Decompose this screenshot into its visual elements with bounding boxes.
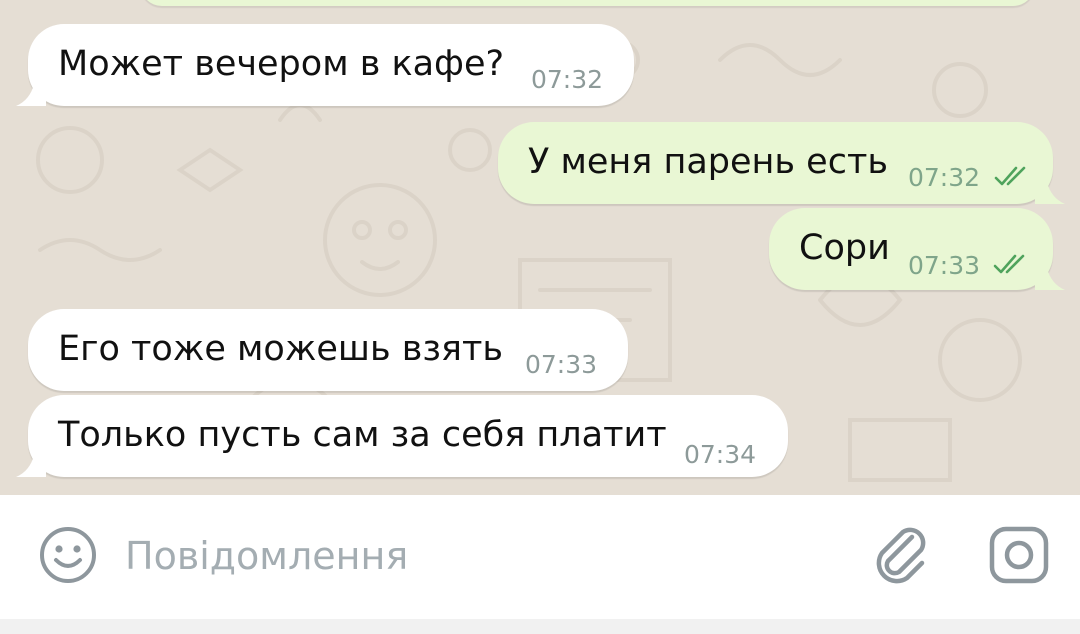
bubble-tail	[1035, 182, 1065, 204]
message-text: Его тоже можешь взять	[58, 329, 504, 369]
system-nav-strip	[0, 619, 1080, 634]
previous-outgoing-bubble	[140, 0, 1035, 6]
smiley-face-icon[interactable]	[38, 525, 98, 585]
incoming-message-bubble[interactable]: Его тоже можешь взять 07:33	[28, 309, 628, 391]
incoming-message-bubble[interactable]: Может вечером в кафе? 07:32	[16, 24, 634, 106]
read-double-check-icon	[994, 166, 1026, 186]
message-time: 07:33	[908, 251, 981, 280]
camera-icon[interactable]	[988, 525, 1050, 585]
bubble-tail	[16, 84, 46, 106]
read-double-check-icon	[993, 254, 1025, 274]
message-text: Только пусть сам за себя платит	[58, 415, 667, 455]
bubble-tail	[1035, 268, 1065, 290]
message-time: 07:34	[684, 440, 757, 469]
bubble-tail	[16, 455, 46, 477]
message-text: У меня парень есть	[528, 142, 888, 182]
outgoing-message-bubble[interactable]: У меня парень есть 07:32	[498, 122, 1065, 204]
message-input[interactable]	[125, 531, 825, 581]
message-text: Может вечером в кафе?	[58, 44, 505, 84]
chat-screen: Может вечером в кафе? 07:32 У меня парен…	[0, 0, 1080, 634]
message-time: 07:32	[531, 65, 604, 94]
message-time: 07:32	[908, 163, 981, 192]
incoming-message-bubble[interactable]: Только пусть сам за себя платит 07:34	[16, 395, 788, 477]
message-text: Сори	[799, 228, 890, 268]
message-time: 07:33	[525, 350, 598, 379]
paperclip-icon[interactable]	[872, 523, 932, 585]
message-list[interactable]: Может вечером в кафе? 07:32 У меня парен…	[0, 0, 1080, 495]
message-composer	[0, 495, 1080, 619]
outgoing-message-bubble[interactable]: Сори 07:33	[769, 208, 1065, 290]
